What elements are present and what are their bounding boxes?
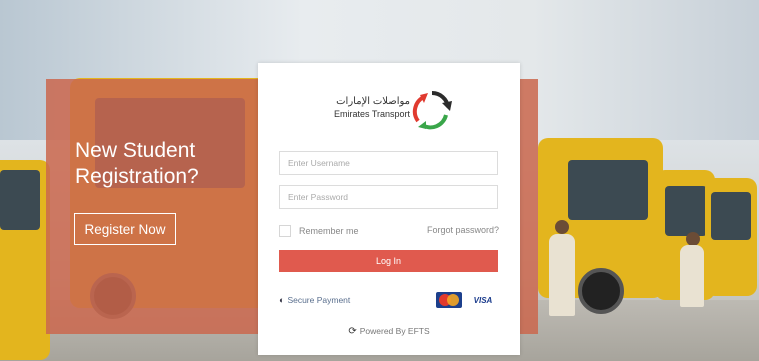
brand-name-arabic: مواصلات الإمارات [336, 96, 410, 107]
person-standing [680, 245, 704, 307]
login-card: مواصلات الإمارات Emirates Transport Reme… [258, 63, 520, 355]
shield-icon: ◐ [279, 295, 285, 305]
remember-label: Remember me [299, 226, 359, 236]
powered-by-label: Powered By EFTS [359, 326, 430, 336]
register-now-button[interactable]: Register Now [74, 213, 176, 245]
bus-window [711, 192, 751, 240]
secure-payment-label: Secure Payment [287, 295, 351, 305]
brand-name: مواصلات الإمارات Emirates Transport [328, 96, 410, 120]
bus-far-left [0, 160, 50, 360]
secure-payment: ◐ Secure Payment [279, 295, 350, 305]
person-head [555, 220, 569, 234]
promo-title: New Student Registration? [75, 139, 199, 188]
bus-window [0, 170, 40, 230]
powered-by: ⟳ Powered By EFTS [258, 326, 520, 337]
bus-window [568, 160, 648, 220]
brand-name-english: Emirates Transport [333, 109, 410, 119]
person-standing [549, 234, 575, 316]
password-input[interactable] [279, 185, 498, 209]
forgot-password-link[interactable]: Forgot password? [427, 225, 499, 235]
visa-icon: VISA [473, 295, 493, 305]
bus-wheel [578, 268, 624, 314]
mastercard-circle-yellow [447, 294, 459, 306]
remember-me[interactable]: Remember me [279, 225, 359, 237]
circular-arrows-logo-icon [412, 90, 452, 130]
mastercard-icon [436, 292, 462, 308]
bus-right-3 [705, 178, 757, 296]
bus-window [665, 186, 707, 236]
remember-checkbox[interactable] [279, 225, 291, 237]
efts-logo-icon: ⟳ [348, 326, 357, 337]
person-head [686, 232, 700, 246]
brand-logo: مواصلات الإمارات Emirates Transport [328, 88, 452, 132]
username-input[interactable] [279, 151, 498, 175]
login-button[interactable]: Log In [279, 250, 498, 272]
